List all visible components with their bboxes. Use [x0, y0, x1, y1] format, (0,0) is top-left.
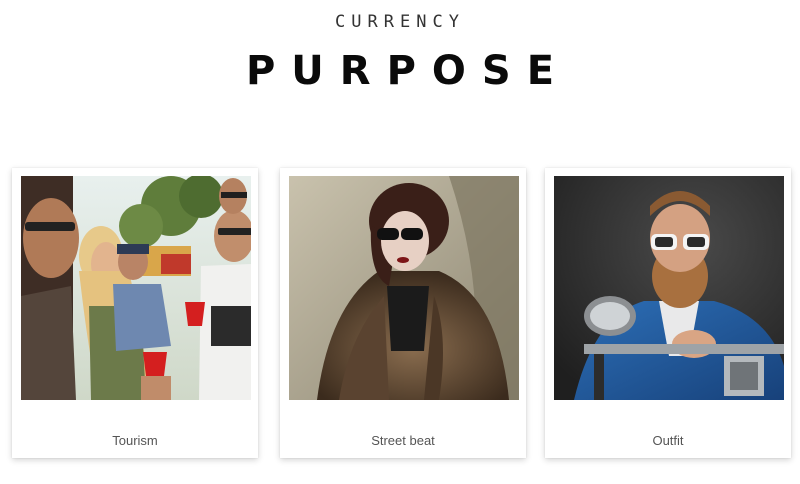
card-caption: Street beat: [371, 433, 435, 448]
card-tourism[interactable]: Tourism: [12, 168, 258, 458]
section-title: PURPOSE: [245, 48, 571, 94]
usage-cards: Tourism Street beat Outfit: [12, 168, 796, 464]
card-outfit[interactable]: Outfit: [545, 168, 791, 458]
card-caption: Outfit: [652, 433, 684, 448]
card-caption: Tourism: [112, 433, 158, 448]
section-eyebrow: CURRENCY: [335, 12, 465, 32]
woman-fur-coat-sunglasses-photo[interactable]: [289, 176, 519, 400]
bearded-man-motorcycle-sunglasses-photo[interactable]: [554, 176, 784, 400]
card-street-beat[interactable]: Street beat: [280, 168, 526, 458]
friends-party-sunglasses-photo[interactable]: [21, 176, 251, 400]
